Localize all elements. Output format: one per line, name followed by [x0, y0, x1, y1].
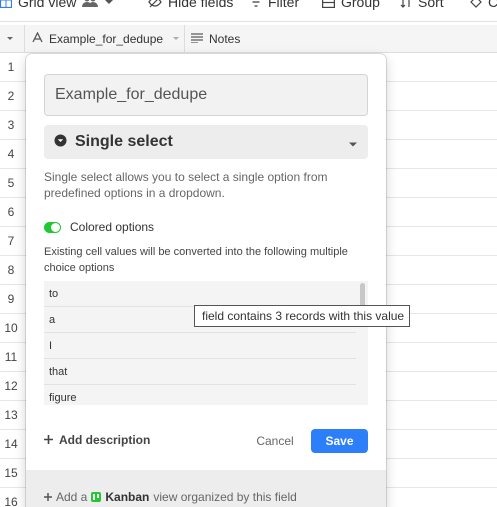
- view-toolbar: Grid view Hide fields Filter Group Sort: [0, 0, 497, 22]
- people-icon: [82, 0, 99, 8]
- cancel-button[interactable]: Cancel: [250, 429, 300, 453]
- footer-suffix: view organized by this field: [153, 490, 297, 504]
- colored-options-label: Colored options: [70, 220, 155, 234]
- hide-icon: [148, 0, 162, 8]
- plus-icon: [44, 433, 53, 447]
- option-item[interactable]: that: [44, 359, 356, 385]
- text-field-icon: [32, 31, 43, 46]
- footer-view-name: Kanban: [105, 490, 150, 504]
- chevron-down-icon: [173, 37, 179, 40]
- single-select-icon: [54, 134, 67, 150]
- footer-prefix: Add a: [56, 490, 88, 504]
- column-header-label: Notes: [209, 32, 241, 46]
- add-description-label: Add description: [59, 433, 151, 447]
- color-icon: [470, 0, 482, 8]
- field-name-input[interactable]: [44, 74, 368, 116]
- column-header-label: Example_for_dedupe: [49, 32, 164, 46]
- row-number: 16: [4, 495, 18, 507]
- column-header-notes[interactable]: Notes: [191, 25, 240, 53]
- row-number: 15: [4, 466, 18, 480]
- row-number: 2: [7, 89, 15, 103]
- colored-options-toggle[interactable]: [44, 221, 61, 233]
- row-number: 11: [4, 350, 18, 364]
- kanban-suggestion[interactable]: Add a Kanban view organized by this fiel…: [26, 470, 386, 507]
- notes-icon: [191, 32, 203, 46]
- add-description-button[interactable]: Add description: [44, 433, 150, 447]
- row-number: 5: [7, 176, 15, 190]
- hide-fields-label: Hide fields: [168, 0, 234, 10]
- field-type-description: Single select allows you to select a sin…: [44, 170, 328, 200]
- plus-icon: [44, 490, 52, 504]
- group-button[interactable]: Group: [322, 0, 380, 10]
- column-header-primary[interactable]: Example_for_dedupe: [32, 25, 163, 53]
- options-scrollbar[interactable]: [360, 283, 365, 307]
- field-type-select[interactable]: Single select: [44, 125, 368, 159]
- kanban-icon: [91, 492, 102, 502]
- select-all-caret[interactable]: [6, 25, 14, 53]
- field-type-label: Single select: [75, 133, 173, 150]
- truncated-label: C: [488, 0, 497, 10]
- row-number: 7: [7, 234, 15, 248]
- filter-button[interactable]: Filter: [250, 0, 299, 10]
- column-menu-caret[interactable]: [172, 25, 180, 53]
- row-number: 9: [7, 292, 15, 306]
- group-label: Group: [341, 0, 380, 10]
- row-number: 13: [4, 408, 18, 422]
- view-name: Grid view: [18, 0, 77, 10]
- colored-options-toggle-row[interactable]: Colored options: [44, 220, 154, 234]
- filter-icon: [250, 0, 262, 7]
- more-toolbar-button[interactable]: C: [470, 0, 497, 10]
- hide-fields-button[interactable]: Hide fields: [148, 0, 233, 10]
- row-number: 12: [4, 379, 18, 393]
- group-icon: [322, 0, 335, 8]
- field-config-popup: Single select Single select allows you t…: [26, 54, 386, 507]
- row-number: 6: [7, 205, 15, 219]
- grid-icon: [0, 0, 12, 8]
- row-number: 10: [4, 321, 18, 335]
- option-item[interactable]: to: [44, 281, 356, 307]
- row-number: 3: [7, 118, 15, 132]
- row-number: 4: [7, 147, 15, 161]
- option-item[interactable]: I: [44, 333, 356, 359]
- row-number: 1: [7, 60, 15, 74]
- conversion-note: Existing cell values will be converted i…: [44, 246, 348, 274]
- chevron-down-icon[interactable]: [104, 0, 114, 6]
- filter-label: Filter: [268, 0, 300, 10]
- view-switcher[interactable]: Grid view: [0, 0, 114, 10]
- sort-label: Sort: [418, 0, 444, 10]
- sort-button[interactable]: Sort: [400, 0, 444, 10]
- chevron-down-icon: [7, 37, 13, 40]
- option-tooltip: field contains 3 records with this value: [194, 305, 410, 327]
- save-button[interactable]: Save: [311, 429, 368, 453]
- option-item[interactable]: figure: [44, 385, 356, 405]
- chevron-down-icon: [348, 137, 358, 152]
- row-number: 8: [7, 263, 15, 277]
- sort-icon: [400, 0, 412, 8]
- options-list: to a I that figure: [44, 281, 368, 405]
- row-number: 14: [4, 437, 18, 451]
- grid-header: Example_for_dedupe Notes: [0, 25, 497, 53]
